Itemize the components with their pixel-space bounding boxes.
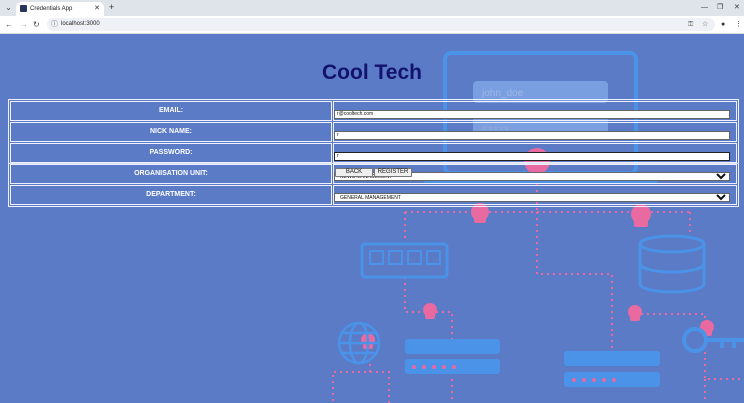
department-select[interactable]: GENERAL MANAGEMENT [334,193,730,202]
password-row: PASSWORD: [10,143,737,163]
registration-form: EMAIL: NICK NAME: PASSWORD: ORGANISATION… [8,99,739,207]
password-key-icon[interactable]: ⚿ [688,19,693,30]
email-cell [333,101,737,121]
nick-name-row: NICK NAME: [10,122,737,142]
organisation-unit-label: ORGANISATION UNIT: [10,164,332,184]
browser-tab[interactable]: Credentials App ✕ [16,2,104,16]
email-field[interactable] [334,109,730,119]
reload-icon[interactable]: ↻ [33,19,40,30]
menu-dots-icon[interactable]: ⋮ [735,20,742,30]
nick-name-field[interactable] [334,130,730,140]
nick-name-label: NICK NAME: [10,122,332,142]
password-field[interactable] [334,151,730,161]
page-content: john_doe ***** [0,34,744,403]
department-cell: GENERAL MANAGEMENT [333,185,737,205]
minimize-icon[interactable]: — [701,2,708,13]
network-lines [332,184,744,403]
window-close-icon[interactable]: ✕ [734,2,740,13]
site-info-icon[interactable]: ⓘ [51,19,58,30]
nick-name-cell [333,122,737,142]
key-art [682,327,744,353]
department-row: DEPARTMENT: GENERAL MANAGEMENT [10,185,737,205]
form-divider [8,163,739,164]
password-cell [333,143,737,163]
email-row: EMAIL: [10,101,737,121]
password-label: PASSWORD: [10,143,332,163]
restore-icon[interactable]: ❐ [717,2,723,13]
department-label: DEPARTMENT: [10,185,332,205]
email-label: EMAIL: [10,101,332,121]
address-bar: ← → ↻ ⓘ localhost:3000 ⚿ ☆ ● ⋮ [0,16,744,34]
tab-bar: ⌄ Credentials App ✕ + — ❐ ✕ [0,0,744,16]
database-art [638,234,706,294]
art-username-text: john_doe [481,88,524,99]
globe-art [337,321,381,365]
tab-search-icon[interactable]: ⌄ [3,3,14,13]
url-field[interactable]: ⓘ localhost:3000 ⚿ ☆ [47,18,715,31]
tab-favicon [20,5,27,12]
tab-title: Credentials App [30,6,73,12]
cyber-security-illustration: john_doe ***** [332,51,744,403]
forward-arrow-icon[interactable]: → [20,19,28,30]
close-icon[interactable]: ✕ [94,4,100,14]
bookmark-star-icon[interactable]: ☆ [702,19,708,30]
profile-icon[interactable]: ● [721,20,725,30]
back-button[interactable]: BACK [335,168,373,177]
register-button[interactable]: REGISTER [374,168,412,177]
page-title: Cool Tech [322,61,422,84]
memory-module-art [360,242,449,279]
url-text[interactable]: localhost:3000 [61,19,100,30]
back-arrow-icon[interactable]: ← [5,19,13,30]
login-boxes-art [405,339,660,387]
new-tab-icon[interactable]: + [109,2,114,13]
